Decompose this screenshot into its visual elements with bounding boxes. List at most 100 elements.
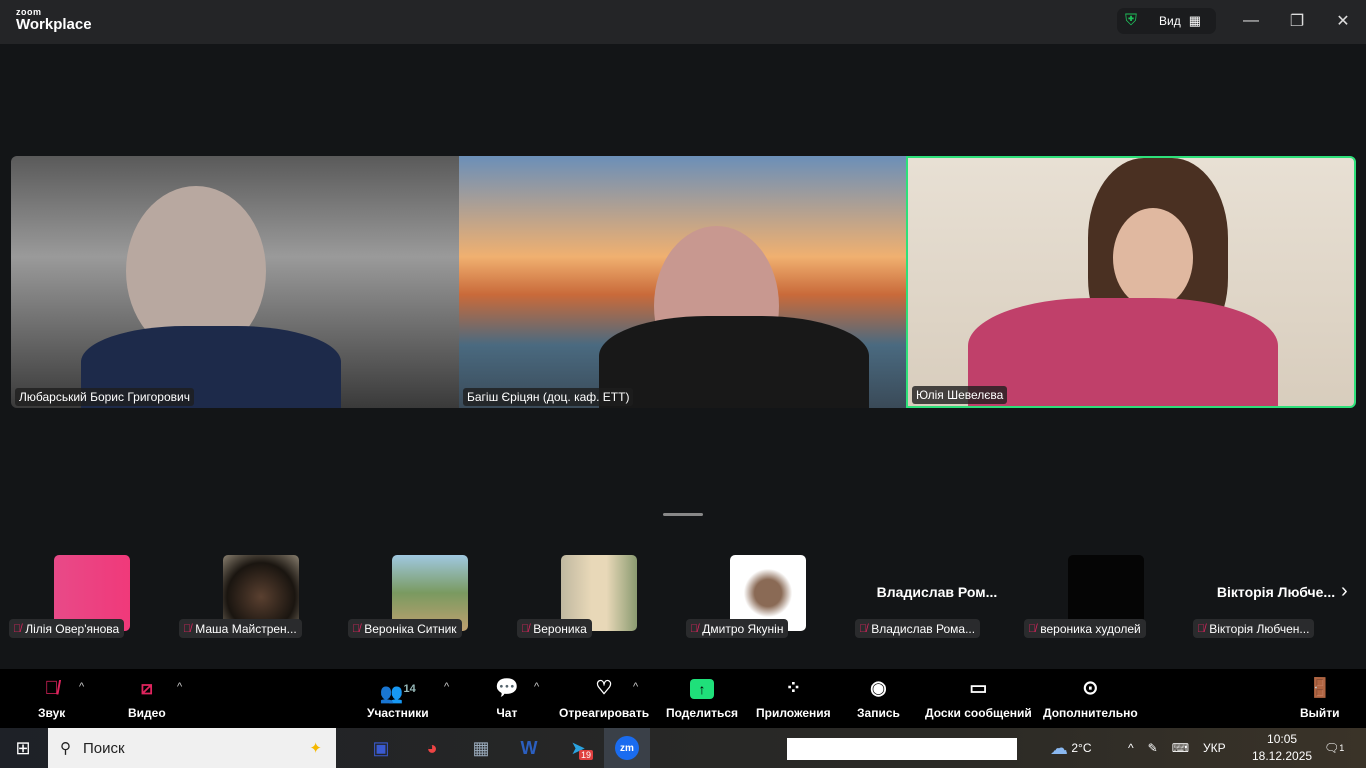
audio-options-caret-icon[interactable]: ^ [79,681,84,693]
participants-button[interactable]: 👥14 Участники [367,677,429,720]
participant-name: Владислав Рома... [871,621,976,636]
react-caret-icon[interactable]: ^ [633,681,638,693]
apps-icon: ⁘ [785,678,802,699]
search-icon: ⚲ [60,740,71,757]
chat-icon: 💬 [495,678,519,699]
pen-icon[interactable]: ✎ [1148,741,1158,755]
next-page-chevron-icon[interactable]: › [1341,580,1348,603]
chat-label: Чат [496,706,518,720]
participant-label: 🎙̸ Дмитро Якунін [686,619,789,638]
mic-muted-icon: 🎙̸ [352,622,361,635]
record-button[interactable]: ◉ Запись [857,677,900,720]
clock[interactable]: 10:05 18.12.2025 [1252,728,1312,768]
video-tile-active-speaker[interactable]: Юлія Шевелєва [906,156,1356,408]
search-placeholder: Поиск [83,739,125,757]
share-screen-icon: ↑ [690,677,715,701]
system-tray: ^ ✎ ⌨ УКР [1128,728,1226,768]
grid-icon: ▦ [1188,13,1202,28]
tray-chevron-icon[interactable]: ^ [1128,741,1134,755]
taskbar-search[interactable]: ⚲ Поиск ✦ [48,728,336,768]
word-icon[interactable]: W [506,728,552,768]
minimize-button[interactable]: — [1236,8,1266,34]
clock-time: 10:05 [1267,732,1298,746]
whiteboards-label: Доски сообщений [925,706,1032,720]
save-app-icon[interactable]: ▣ [358,728,404,768]
keyboard-icon[interactable]: ⌨ [1172,741,1189,755]
participant-name: Вікторія Любчен... [1209,621,1310,636]
chat-caret-icon[interactable]: ^ [534,681,539,693]
whiteboard-icon: ▭ [969,678,988,699]
resize-handle[interactable] [663,513,703,516]
leave-button[interactable]: 🚪 Выйти [1300,677,1340,720]
telegram-icon[interactable]: ➤ 19 [555,728,601,768]
chat-button[interactable]: 💬 Чат [495,677,519,720]
participant-name-placeholder[interactable]: Вікторія Любче... [1196,584,1356,600]
participant-name-placeholder[interactable]: Владислав Ром... [857,584,1017,600]
address-toolbar-input[interactable] [787,738,1017,760]
participant-clothing [599,316,869,408]
participant-label: 🎙̸ вероника худолей [1024,619,1146,638]
copilot-sparkle-icon: ✦ [309,740,322,757]
mic-muted-icon: 🎙̸ [521,622,530,635]
security-shield-icon[interactable]: ⛨ [1125,12,1137,30]
video-button[interactable]: ⧄ Видео [128,677,166,720]
react-label: Отреагировать [559,706,650,720]
record-label: Запись [857,706,900,720]
meeting-toolbar: 🎙̸ Звук ^ ⧄ Видео ^ 👥14 Участники ^ 💬 Чат ^ … [0,669,1366,728]
participant-label: 🎙̸ Лілія Овер'янова [9,619,125,638]
participant-name: Юлія Шевелєва [912,386,1008,404]
participant-label: 🎙̸ Вероніка Ситник [348,619,462,638]
participants-count: 14 [403,683,416,695]
participants-icon: 👥14 [379,683,416,705]
participant-name: Любарський Борис Григорович [15,388,194,406]
participant-name: Вероніка Ситник [364,621,457,636]
zoom-app-icon[interactable]: zm [604,728,650,768]
weather-widget[interactable]: ☁ 2°C [1050,728,1091,768]
mic-muted-icon: 🎙̸ [1028,622,1037,635]
video-tile[interactable]: Любарський Борис Григорович [11,156,459,408]
participant-label: 🎙̸ Владислав Рома... [855,619,981,638]
calculator-icon[interactable]: ▦ [458,728,504,768]
whiteboards-button[interactable]: ▭ Доски сообщений [925,677,1032,720]
video-tile[interactable]: Багіш Єріцян (доц. каф. ЕТТ) [459,156,906,408]
more-label: Дополнительно [1043,706,1138,720]
mic-muted-icon: 🎙̸ [1197,622,1206,635]
zoom-logo: zoom Workplace [16,8,92,33]
audio-label: Звук [38,706,66,720]
apps-button[interactable]: ⁘ Приложения [756,677,831,720]
participants-caret-icon[interactable]: ^ [444,681,449,693]
share-button[interactable]: ↑ Поделиться [666,677,738,720]
more-button[interactable]: ⊙ Дополнительно [1043,677,1138,720]
participant-label: 🎙̸ Вероника [517,619,592,638]
participant-clothing [968,298,1278,406]
heart-icon: ♡ [595,678,613,699]
participant-label: 🎙̸ Вікторія Любчен... [1193,619,1315,638]
view-button[interactable]: ⛨ Вид ▦ [1117,8,1216,34]
notification-count: 1 [1339,743,1345,753]
audio-button[interactable]: 🎙̸ Звук [38,677,65,720]
notifications-button[interactable]: 🗨 1 [1324,728,1344,768]
record-icon: ◉ [870,678,887,699]
more-dots-icon: ⊙ [1082,678,1099,699]
participant-face [1113,208,1193,308]
notification-icon: 🗨 [1324,741,1340,755]
maximize-button[interactable]: ❐ [1282,8,1312,34]
participant-name: Маша Майстрен... [195,621,297,636]
windows-start-icon[interactable]: ⊞ [0,728,46,768]
close-button[interactable]: ✕ [1328,8,1358,34]
apps-label: Приложения [756,706,831,720]
participant-name: Лілія Овер'янова [25,621,120,636]
mic-muted-icon: 🎙̸ [183,622,192,635]
participant-name: вероника худолей [1040,621,1141,636]
telegram-badge: 19 [579,750,594,760]
chrome-icon[interactable]: ◕ [409,728,455,768]
share-label: Поделиться [666,706,739,720]
title-bar: zoom Workplace ⛨ Вид ▦ — ❐ ✕ [0,0,1366,44]
logo-big: Workplace [16,16,92,33]
weather-temp: 2°C [1071,741,1092,755]
language-indicator[interactable]: УКР [1203,741,1226,755]
mic-muted-icon: 🎙̸ [13,622,22,635]
video-options-caret-icon[interactable]: ^ [177,681,182,693]
mic-muted-icon: 🎙̸ [44,678,59,699]
view-label: Вид [1159,14,1181,28]
